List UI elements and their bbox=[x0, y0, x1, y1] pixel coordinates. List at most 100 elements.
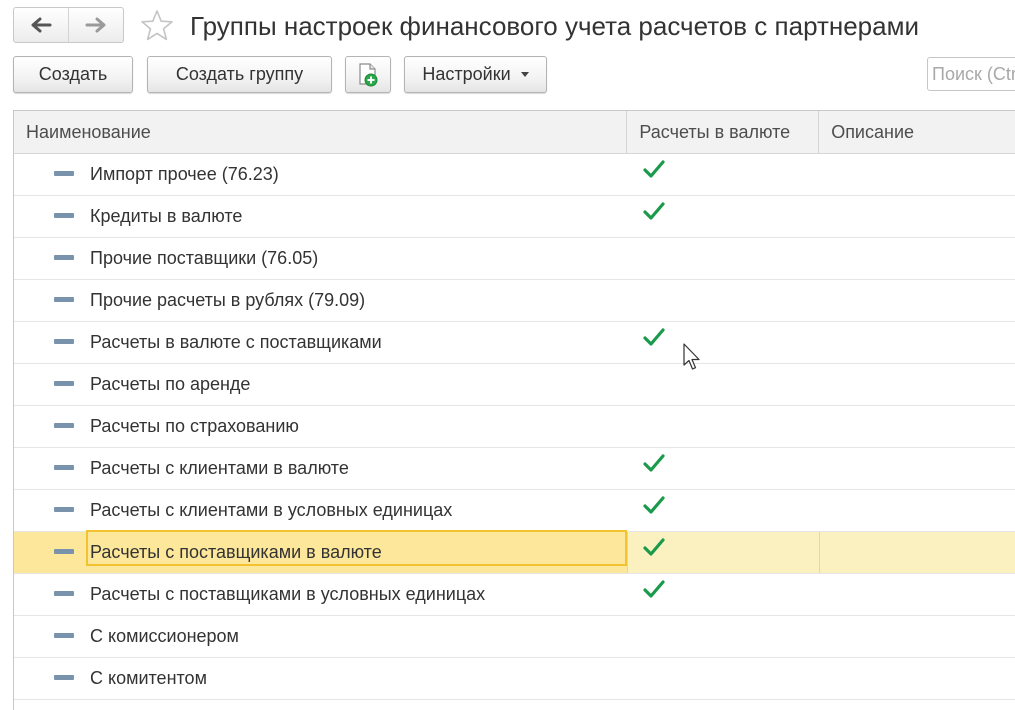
item-marker-icon bbox=[54, 675, 74, 680]
item-marker-icon bbox=[54, 171, 74, 176]
item-marker-icon bbox=[54, 549, 74, 554]
table-row[interactable]: С комиссионером bbox=[14, 616, 1015, 658]
item-marker-icon bbox=[54, 339, 74, 344]
cell-name[interactable]: Расчеты с поставщиками в условных единиц… bbox=[14, 574, 627, 615]
row-name-label: Расчеты с поставщиками в условных единиц… bbox=[90, 584, 486, 604]
table-row[interactable]: Расчеты по аренде bbox=[14, 364, 1015, 406]
checkmark-icon bbox=[643, 580, 665, 598]
cell-name[interactable]: Расчеты по аренде bbox=[14, 364, 627, 405]
cell-description[interactable] bbox=[819, 532, 1015, 573]
cell-name[interactable]: Прочие расчеты в рублях (79.09) bbox=[14, 280, 627, 321]
cell-description[interactable] bbox=[819, 574, 1015, 615]
table-row[interactable]: Расчеты по страхованию bbox=[14, 406, 1015, 448]
cell-description[interactable] bbox=[819, 658, 1015, 699]
star-outline-icon[interactable] bbox=[139, 8, 175, 44]
item-marker-icon bbox=[54, 507, 74, 512]
cell-description[interactable] bbox=[819, 448, 1015, 489]
cell-currency[interactable] bbox=[627, 532, 819, 573]
table-row[interactable]: Прочие поставщики (76.05) bbox=[14, 238, 1015, 280]
item-marker-icon bbox=[54, 381, 74, 386]
cell-name[interactable]: С комиссионером bbox=[14, 616, 627, 657]
cell-currency[interactable] bbox=[627, 322, 819, 363]
checkmark-icon bbox=[643, 538, 665, 556]
cell-description[interactable] bbox=[819, 238, 1015, 279]
cell-currency[interactable] bbox=[627, 658, 819, 699]
cell-name[interactable]: Расчеты по страхованию bbox=[14, 406, 627, 447]
checkmark-icon bbox=[643, 454, 665, 472]
back-button[interactable] bbox=[14, 8, 68, 42]
settings-label: Настройки bbox=[422, 64, 511, 84]
checkmark-icon bbox=[643, 328, 665, 346]
cell-currency[interactable] bbox=[627, 448, 819, 489]
cell-currency[interactable] bbox=[627, 616, 819, 657]
arrow-right-icon bbox=[85, 17, 106, 33]
table-row[interactable]: С комитентом bbox=[14, 658, 1015, 700]
cell-name[interactable]: С комитентом bbox=[14, 658, 627, 699]
table-row[interactable]: Импорт прочее (76.23) bbox=[14, 154, 1015, 196]
cell-description[interactable] bbox=[819, 154, 1015, 195]
row-name-label: Прочие поставщики (76.05) bbox=[90, 248, 319, 268]
settings-dropdown-button[interactable]: Настройки bbox=[404, 56, 547, 93]
cell-currency[interactable] bbox=[627, 196, 819, 237]
chevron-down-icon bbox=[520, 72, 529, 77]
cell-currency[interactable] bbox=[627, 406, 819, 447]
cell-name[interactable]: Расчеты с клиентами в валюте bbox=[14, 448, 627, 489]
row-name-label: Расчеты с клиентами в валюте bbox=[90, 458, 349, 478]
item-marker-icon bbox=[54, 423, 74, 428]
search-input[interactable] bbox=[927, 57, 1015, 91]
item-marker-icon bbox=[54, 255, 74, 260]
cell-description[interactable] bbox=[819, 616, 1015, 657]
checkmark-icon bbox=[643, 496, 665, 514]
cell-currency[interactable] bbox=[627, 490, 819, 531]
page-title: Группы настроек финансового учета расчет… bbox=[190, 11, 920, 41]
row-name-label: Импорт прочее (76.23) bbox=[90, 164, 279, 184]
cell-currency[interactable] bbox=[627, 238, 819, 279]
create-button[interactable]: Создать bbox=[13, 56, 133, 93]
column-header-currency[interactable]: Расчеты в валюте bbox=[627, 111, 820, 153]
cell-name[interactable]: Импорт прочее (76.23) bbox=[14, 154, 627, 195]
cell-name[interactable]: Расчеты с поставщиками в валюте bbox=[14, 530, 628, 573]
cell-description[interactable] bbox=[819, 364, 1015, 405]
cell-description[interactable] bbox=[819, 280, 1015, 321]
table-header: Наименование Расчеты в валюте Описание bbox=[14, 111, 1015, 154]
row-name-label: Расчеты с поставщиками в валюте bbox=[90, 542, 382, 562]
mouse-cursor-icon bbox=[683, 343, 700, 370]
cell-name[interactable]: Прочие поставщики (76.05) bbox=[14, 238, 627, 279]
row-name-label: Прочие расчеты в рублях (79.09) bbox=[90, 290, 366, 310]
column-header-name[interactable]: Наименование bbox=[14, 111, 628, 153]
row-name-label: Расчеты в валюте с поставщиками bbox=[90, 332, 382, 352]
table-row[interactable]: Расчеты с поставщиками в условных единиц… bbox=[14, 574, 1015, 616]
cell-currency[interactable] bbox=[627, 574, 819, 615]
navigation-buttons bbox=[13, 7, 124, 43]
groups-table: Наименование Расчеты в валюте Описание И… bbox=[13, 110, 1015, 710]
row-name-label: Кредиты в валюте bbox=[90, 206, 243, 226]
cell-name[interactable]: Кредиты в валюте bbox=[14, 196, 627, 237]
row-name-label: С комитентом bbox=[90, 668, 207, 688]
cell-description[interactable] bbox=[819, 490, 1015, 531]
checkmark-icon bbox=[643, 160, 665, 178]
table-body: Импорт прочее (76.23) Кредиты в валюте Про… bbox=[14, 154, 1015, 700]
cell-name[interactable]: Расчеты с клиентами в условных единицах bbox=[14, 490, 627, 531]
cell-description[interactable] bbox=[819, 406, 1015, 447]
add-document-button[interactable] bbox=[345, 56, 391, 93]
create-group-button[interactable]: Создать группу bbox=[147, 56, 332, 93]
table-row[interactable]: Кредиты в валюте bbox=[14, 196, 1015, 238]
cell-currency[interactable] bbox=[627, 154, 819, 195]
item-marker-icon bbox=[54, 297, 74, 302]
cell-currency[interactable] bbox=[627, 364, 819, 405]
cell-currency[interactable] bbox=[627, 280, 819, 321]
row-name-label: С комиссионером bbox=[90, 626, 239, 646]
cell-description[interactable] bbox=[819, 322, 1015, 363]
table-row[interactable]: Расчеты с клиентами в условных единицах bbox=[14, 490, 1015, 532]
column-header-description[interactable]: Описание bbox=[819, 111, 1015, 153]
cell-description[interactable] bbox=[819, 196, 1015, 237]
table-row[interactable]: Расчеты с клиентами в валюте bbox=[14, 448, 1015, 490]
item-marker-icon bbox=[54, 465, 74, 470]
table-row[interactable]: Прочие расчеты в рублях (79.09) bbox=[14, 280, 1015, 322]
table-row[interactable]: Расчеты с поставщиками в валюте bbox=[14, 530, 1015, 574]
cell-name[interactable]: Расчеты в валюте с поставщиками bbox=[14, 322, 627, 363]
document-add-icon bbox=[359, 62, 378, 86]
item-marker-icon bbox=[54, 213, 74, 218]
table-row[interactable]: Расчеты в валюте с поставщиками bbox=[14, 322, 1015, 364]
forward-button[interactable] bbox=[68, 8, 123, 42]
